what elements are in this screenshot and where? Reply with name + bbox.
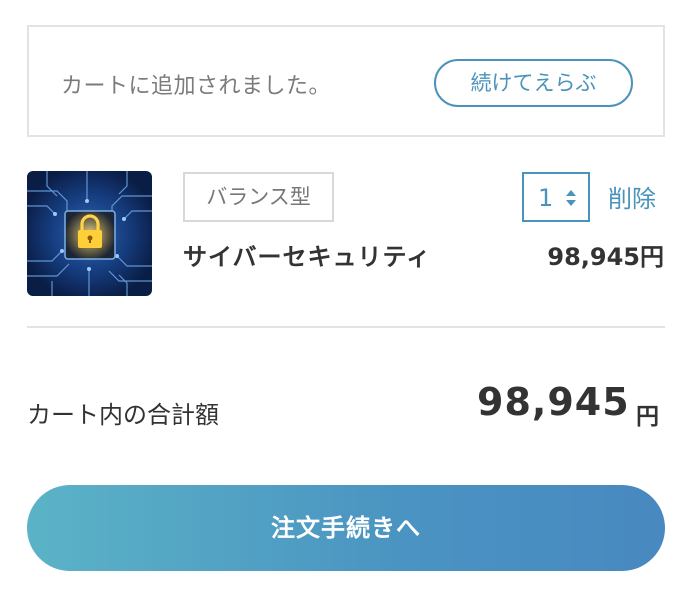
checkout-button[interactable]: 注文手続きへ — [27, 485, 665, 571]
continue-shopping-button[interactable]: 続けてえらぶ — [434, 59, 633, 107]
product-type-badge: バランス型 — [183, 172, 334, 222]
product-image — [27, 171, 152, 296]
item-price: 98,945円 — [547, 243, 664, 271]
cart-total-label: カート内の合計額 — [27, 401, 219, 429]
padlock-circuit-icon — [27, 171, 152, 296]
product-name: サイバーセキュリティ — [183, 243, 432, 271]
notice-message: カートに追加されました。 — [61, 74, 332, 99]
quantity-value: 1 — [538, 184, 554, 212]
cart-total-unit: 円 — [636, 404, 659, 430]
added-to-cart-notice: カートに追加されました。 続けてえらぶ — [27, 25, 665, 137]
divider — [27, 326, 665, 328]
cart-total-amount: 98,945 — [477, 380, 630, 424]
delete-button[interactable]: 削除 — [608, 179, 656, 214]
stepper-arrows-icon[interactable] — [564, 186, 578, 210]
quantity-stepper[interactable]: 1 — [522, 172, 590, 222]
